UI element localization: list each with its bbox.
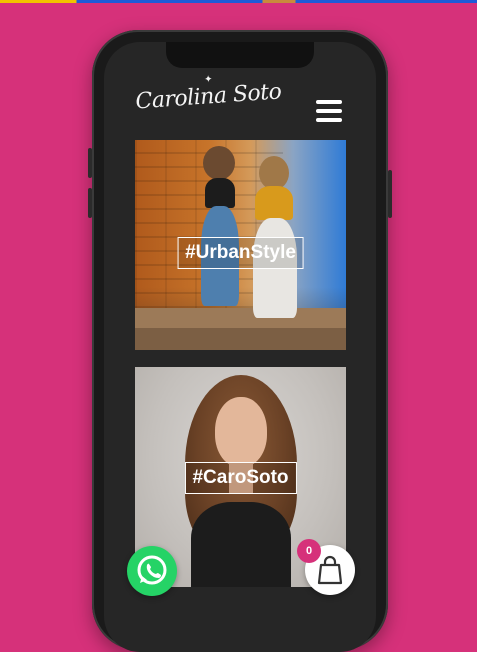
category-card-urbanstyle[interactable]: #UrbanStyle	[135, 140, 346, 350]
whatsapp-button[interactable]	[127, 546, 177, 596]
cart-count-badge: 0	[297, 539, 321, 563]
brand-logo[interactable]: Carolina Soto ✦	[135, 74, 282, 130]
whatsapp-icon	[137, 555, 167, 585]
power-button	[388, 170, 392, 218]
sparkle-icon: ✦	[203, 74, 213, 86]
volume-up-button	[88, 148, 92, 178]
volume-down-button	[88, 188, 92, 218]
hamburger-menu-icon[interactable]	[316, 100, 342, 122]
hashtag-label-urbanstyle[interactable]: #UrbanStyle	[177, 237, 304, 269]
hashtag-label-carosoto[interactable]: #CaroSoto	[184, 462, 297, 494]
phone-notch	[166, 42, 314, 68]
top-banner-strip	[0, 0, 477, 3]
